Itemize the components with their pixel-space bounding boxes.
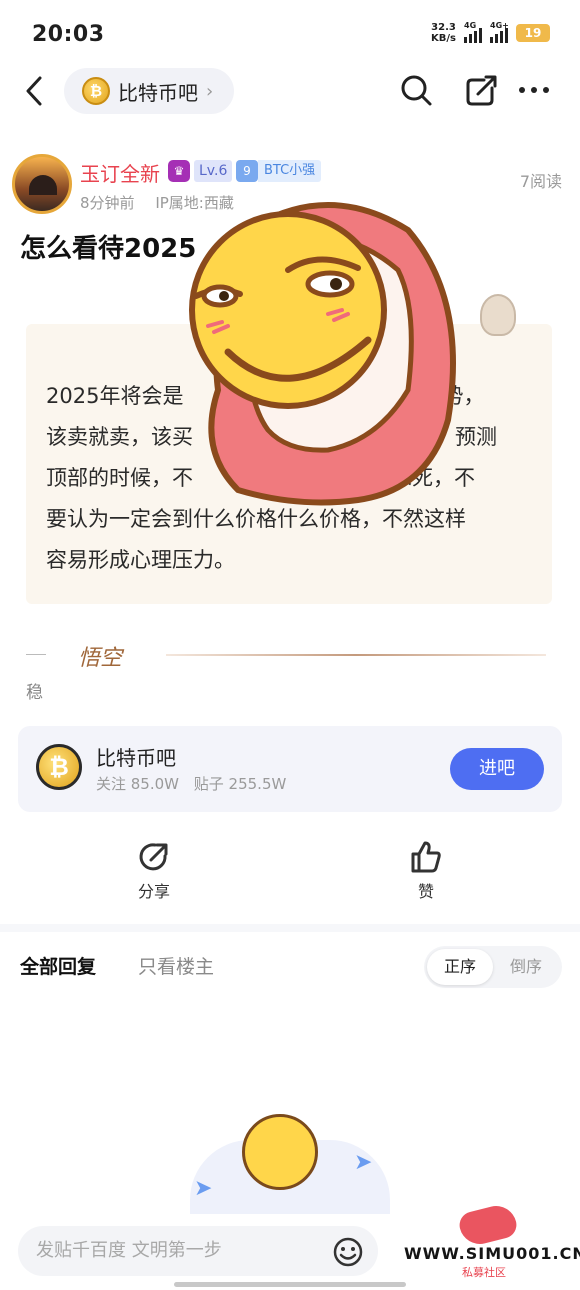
more-button[interactable]: [516, 72, 552, 108]
emoji-face-icon: [242, 1114, 318, 1190]
sort-descending-button[interactable]: 倒序: [493, 949, 559, 985]
crown-icon: ♛: [168, 160, 190, 182]
author-name[interactable]: 玉订全新: [80, 158, 160, 187]
tab-all-replies[interactable]: 全部回复: [20, 952, 96, 979]
fan-badge: 9 BTC小强: [236, 160, 322, 182]
share-button[interactable]: 分享: [114, 840, 194, 902]
reply-input[interactable]: 发贴千百度 文明第一步: [18, 1226, 378, 1276]
signal-icon: 4G: [464, 21, 482, 43]
author-avatar[interactable]: [12, 154, 72, 214]
signal-label: 4G: [464, 21, 477, 30]
share-edit-button[interactable]: [464, 72, 500, 108]
decoration-avatar-icon: [480, 294, 516, 336]
watermark-url: WWW.SIMU001.CN: [404, 1244, 580, 1263]
back-button[interactable]: [20, 74, 50, 108]
battery-icon: 19: [516, 24, 550, 42]
fan-badge-label: BTC小强: [258, 160, 322, 182]
empty-replies-illustration: ➤ ➤: [190, 1100, 390, 1220]
bitcoin-icon: ₿: [82, 77, 110, 105]
signal-icon: 4G+: [490, 21, 509, 43]
paper-plane-icon: ➤: [354, 1150, 373, 1175]
signature-line: 悟空: [26, 640, 546, 671]
signature-mark: 悟空: [78, 646, 123, 671]
forum-card-name: 比特币吧: [96, 746, 176, 770]
chevron-right-icon: ›: [206, 80, 214, 102]
home-indicator: [174, 1282, 406, 1287]
status-time: 20:03: [32, 22, 105, 47]
watermark: WWW.SIMU001.CN 私募社区: [398, 1201, 580, 1280]
laughing-emoji-sticker: [189, 202, 456, 506]
forum-name: 比特币吧: [118, 80, 198, 105]
nav-bar: ₿ 比特币吧 ›: [0, 66, 580, 116]
status-bar: 20:03 32.3 KB/s 4G 4G+ 19: [0, 0, 580, 70]
bitcoin-icon: ₿: [36, 744, 82, 790]
reply-tabs: 全部回复 只看楼主 正序 倒序: [0, 944, 580, 988]
signal-label: 4G+: [490, 21, 509, 30]
network-speed-unit: KB/s: [431, 33, 456, 44]
watermark-subtitle: 私募社区: [462, 1266, 506, 1279]
section-divider: [0, 924, 580, 932]
thumbs-up-icon: [411, 841, 441, 873]
post-actions: 分享 赞: [0, 840, 580, 910]
sort-toggle: 正序 倒序: [424, 946, 562, 988]
tab-op-only[interactable]: 只看楼主: [138, 952, 214, 979]
back-icon: [26, 76, 42, 106]
join-forum-button[interactable]: 进吧: [450, 748, 544, 790]
sort-ascending-button[interactable]: 正序: [427, 949, 493, 985]
post-title: 怎么看待2025: [20, 234, 197, 264]
forum-followers: 关注 85.0W: [96, 775, 179, 793]
share-edit-icon: [466, 75, 497, 106]
like-label: 赞: [417, 882, 434, 901]
fan-level: 9: [236, 160, 258, 182]
post-body-line-5: 容易形成心理压力。: [46, 548, 235, 572]
like-button[interactable]: 赞: [386, 840, 466, 902]
post-tail-text: 稳: [26, 683, 43, 703]
network-speed: 32.3 KB/s: [431, 22, 456, 44]
share-icon: [139, 843, 168, 871]
search-button[interactable]: [398, 72, 434, 108]
forum-card[interactable]: ₿ 比特币吧 关注 85.0W 贴子 255.5W 进吧: [18, 726, 562, 812]
forum-pill-button[interactable]: ₿ 比特币吧 ›: [64, 68, 234, 114]
emoji-button[interactable]: [332, 1236, 364, 1268]
paper-plane-icon: ➤: [194, 1176, 213, 1201]
read-count: 7阅读: [519, 172, 562, 191]
forum-card-stats: 关注 85.0W 贴子 255.5W: [96, 773, 286, 794]
watermark-logo: [456, 1201, 520, 1249]
network-speed-value: 32.3: [431, 22, 456, 33]
level-badge: Lv.6: [194, 160, 233, 182]
forum-posts: 贴子 255.5W: [193, 775, 287, 793]
post-time: 8分钟前: [80, 194, 135, 212]
status-indicators: 32.3 KB/s 4G 4G+ 19: [431, 21, 550, 44]
more-icon: [519, 87, 549, 93]
search-icon: [401, 75, 432, 106]
smiley-icon: [333, 1237, 363, 1267]
share-label: 分享: [137, 882, 170, 901]
